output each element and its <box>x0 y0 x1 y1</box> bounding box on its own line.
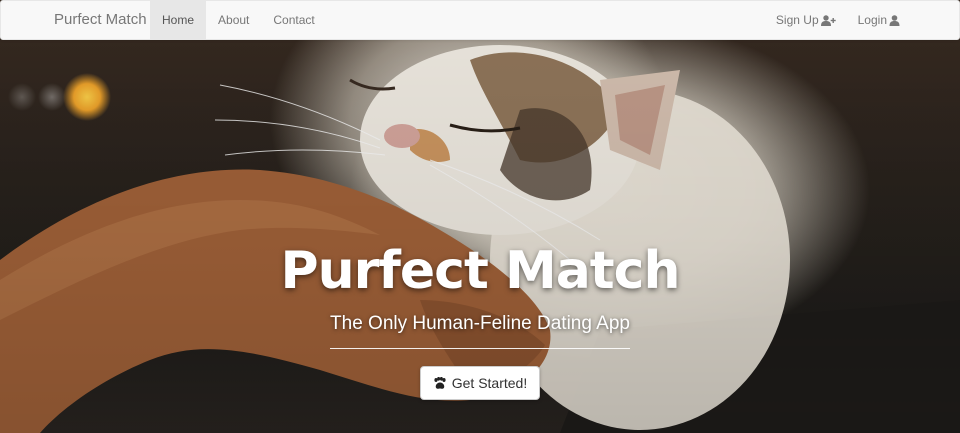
nav-item-about[interactable]: About <box>206 1 261 39</box>
paw-icon <box>434 376 446 389</box>
user-plus-icon <box>820 14 836 26</box>
hero-divider <box>330 348 630 349</box>
hero-content: Purfect Match The Only Human-Feline Dati… <box>0 237 960 400</box>
hero-title: Purfect Match <box>280 241 681 301</box>
nav-item-login[interactable]: Login <box>847 1 911 39</box>
brand-link[interactable]: Purfect Match <box>54 1 147 39</box>
login-label: Login <box>857 13 887 27</box>
get-started-label: Get Started! <box>451 375 528 391</box>
user-icon <box>889 14 900 26</box>
hero-subtitle: The Only Human-Feline Dating App <box>330 313 630 334</box>
account-nav: Sign Up Login <box>765 1 911 39</box>
nav-item-sign-up[interactable]: Sign Up <box>765 1 847 39</box>
primary-nav: Home About Contact <box>150 1 327 39</box>
nav-item-contact[interactable]: Contact <box>261 1 326 39</box>
sign-up-label: Sign Up <box>775 13 819 27</box>
top-navbar: Purfect Match Home About Contact Sign Up… <box>0 0 960 40</box>
nav-item-home[interactable]: Home <box>150 1 207 39</box>
get-started-button[interactable]: Get Started! <box>419 366 541 400</box>
